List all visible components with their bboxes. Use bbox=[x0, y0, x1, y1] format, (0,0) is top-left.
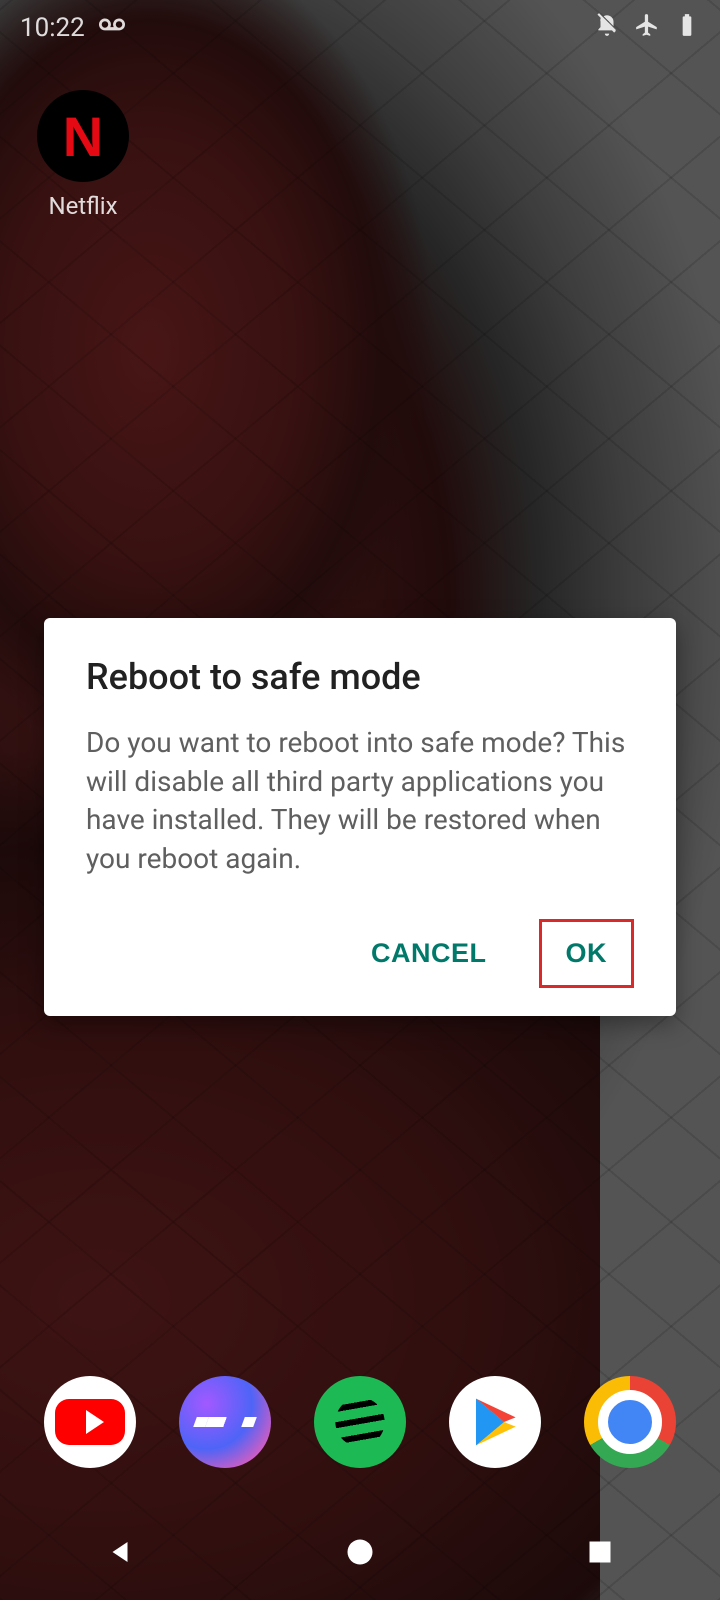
notifications-off-icon bbox=[594, 12, 620, 45]
app-netflix[interactable]: N Netflix bbox=[28, 90, 138, 220]
ok-button[interactable]: OK bbox=[539, 919, 635, 988]
battery-icon bbox=[674, 12, 700, 45]
netflix-icon: N bbox=[37, 90, 129, 182]
dock bbox=[0, 1376, 720, 1468]
dock-app-messenger[interactable] bbox=[179, 1376, 271, 1468]
app-label: Netflix bbox=[48, 192, 117, 220]
recent-apps-button[interactable] bbox=[520, 1520, 680, 1584]
dock-app-playstore[interactable] bbox=[449, 1376, 541, 1468]
home-apps: N Netflix bbox=[28, 90, 138, 220]
cancel-button[interactable]: CANCEL bbox=[347, 922, 511, 985]
dock-app-spotify[interactable] bbox=[314, 1376, 406, 1468]
dock-app-youtube[interactable] bbox=[44, 1376, 136, 1468]
navigation-bar bbox=[0, 1504, 720, 1600]
back-button[interactable] bbox=[40, 1520, 200, 1584]
airplane-mode-icon bbox=[634, 12, 660, 45]
dock-app-chrome[interactable] bbox=[584, 1376, 676, 1468]
dialog-message: Do you want to reboot into safe mode? Th… bbox=[86, 724, 634, 879]
dialog-actions: CANCEL OK bbox=[86, 919, 634, 988]
status-time: 10:22 bbox=[20, 13, 85, 43]
voicemail-icon bbox=[99, 12, 125, 45]
safe-mode-dialog: Reboot to safe mode Do you want to reboo… bbox=[44, 618, 676, 1016]
home-button[interactable] bbox=[280, 1520, 440, 1584]
status-bar: 10:22 bbox=[0, 0, 720, 56]
dialog-title: Reboot to safe mode bbox=[86, 656, 634, 698]
